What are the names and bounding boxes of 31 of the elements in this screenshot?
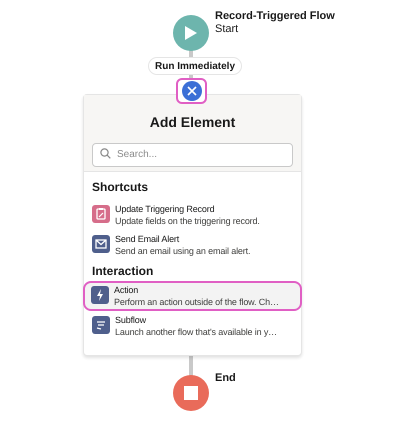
close-icon	[186, 86, 196, 96]
node-title: End	[215, 371, 236, 386]
subflow-icon	[92, 316, 110, 334]
element-item[interactable]: Action Perform an action outside of the flow. Ch…	[83, 281, 302, 311]
path-label: Run Immediately	[148, 57, 242, 75]
search-icon	[100, 148, 111, 159]
item-description: Perform an action outside of the flow. Ch…	[114, 296, 279, 308]
item-title: Action	[114, 284, 140, 296]
node-subtitle: Start	[215, 23, 240, 36]
close-button[interactable]	[182, 81, 202, 101]
panel-title: Add Element	[150, 113, 236, 132]
play-icon	[184, 25, 198, 41]
start-node[interactable]	[173, 15, 209, 51]
item-title: Subflow	[115, 314, 147, 326]
stop-icon	[184, 386, 198, 400]
element-item[interactable]: Update Triggering Record Update fields on the triggering record.	[84, 200, 301, 230]
element-item[interactable]: Send Email Alert Send an email using an email alert.	[84, 230, 301, 260]
item-title: Update Triggering Record	[115, 203, 216, 215]
end-node[interactable]	[173, 375, 209, 411]
node-title: Record-Triggered Flow	[215, 10, 335, 23]
item-description: Update fields on the triggering record.	[115, 215, 260, 227]
section-heading: Interaction	[91, 263, 154, 280]
element-item[interactable]: Subflow Launch another flow that's available in y…	[84, 311, 301, 341]
section-heading: Shortcuts	[91, 179, 150, 196]
envelope-icon	[92, 235, 110, 253]
search-field[interactable]: Search...	[92, 142, 293, 166]
item-description: Launch another flow that's available in y…	[115, 326, 278, 338]
lightning-icon	[91, 286, 109, 304]
item-title: Send Email Alert	[115, 233, 180, 245]
item-description: Send an email using an email alert.	[115, 245, 250, 257]
clipboard-icon	[92, 205, 110, 223]
